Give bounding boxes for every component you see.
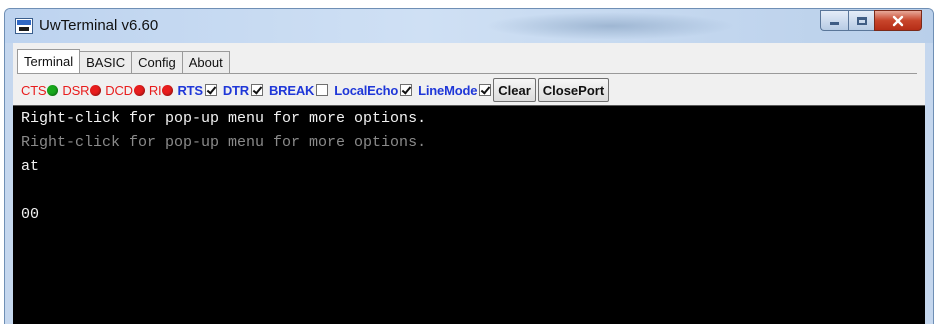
title-bar[interactable]: UwTerminal v6.60 xyxy=(5,9,933,43)
option-break: BREAK xyxy=(268,82,329,98)
option-linemode: LineMode xyxy=(418,82,492,98)
option-label: BREAK xyxy=(268,82,315,98)
signal-cts: CTS xyxy=(21,82,59,98)
signal-label: DSR xyxy=(62,82,90,98)
option-rts: RTS xyxy=(177,82,217,98)
terminal-line: Right-click for pop-up menu for more opt… xyxy=(21,134,427,151)
dsr-led-icon xyxy=(90,84,102,96)
option-label: DTR xyxy=(222,82,249,98)
cts-led-icon xyxy=(47,84,59,96)
maximize-button[interactable] xyxy=(848,10,874,31)
app-icon[interactable] xyxy=(15,18,33,34)
option-label: LineMode xyxy=(418,82,478,98)
minimize-icon xyxy=(830,22,839,25)
linemode-checkbox[interactable] xyxy=(479,84,492,96)
title-bar-glow xyxy=(485,12,735,40)
signal-label: RI xyxy=(148,82,162,98)
dtr-checkbox[interactable] xyxy=(250,84,263,96)
localecho-checkbox[interactable] xyxy=(400,84,413,96)
signal-ri: RI xyxy=(149,83,174,98)
window-title: UwTerminal v6.60 xyxy=(39,17,159,34)
tab-panel-border xyxy=(17,73,917,74)
terminal-output[interactable]: Right-click for pop-up menu for more opt… xyxy=(13,105,925,324)
tab-bar: Terminal BASIC Config About xyxy=(17,49,230,74)
option-dtr: DTR xyxy=(223,83,263,98)
app-window: UwTerminal v6.60 Terminal BASIC Config A… xyxy=(4,8,934,324)
option-label: RTS xyxy=(177,82,203,98)
minimize-button[interactable] xyxy=(820,10,848,31)
tab-terminal[interactable]: Terminal xyxy=(17,49,81,74)
client-area: Terminal BASIC Config About CTS DSR DCD … xyxy=(13,43,925,324)
ri-led-icon xyxy=(162,84,174,96)
tab-basic[interactable]: BASIC xyxy=(80,51,133,74)
option-label: LocalEcho xyxy=(334,82,399,98)
signal-label: DCD xyxy=(105,82,133,98)
terminal-line: 00 xyxy=(21,206,40,223)
control-toolbar: CTS DSR DCD RI RTS DTR BREAK LocalEcho L… xyxy=(21,77,610,103)
signal-dcd: DCD xyxy=(105,83,145,98)
signal-label: CTS xyxy=(21,82,47,98)
close-button[interactable] xyxy=(874,10,922,31)
terminal-line: Right-click for pop-up menu for more opt… xyxy=(21,110,427,127)
tab-config[interactable]: Config xyxy=(132,51,183,74)
terminal-line: at xyxy=(21,158,40,175)
tab-about[interactable]: About xyxy=(182,51,230,74)
close-port-button[interactable]: ClosePort xyxy=(537,78,610,102)
signal-dsr: DSR xyxy=(62,82,102,98)
rts-checkbox[interactable] xyxy=(204,84,217,96)
option-localecho: LocalEcho xyxy=(334,82,413,98)
break-checkbox[interactable] xyxy=(316,84,329,96)
clear-button[interactable]: Clear xyxy=(493,78,536,102)
maximize-icon xyxy=(856,16,867,25)
close-icon xyxy=(892,15,904,26)
dcd-led-icon xyxy=(133,84,145,96)
